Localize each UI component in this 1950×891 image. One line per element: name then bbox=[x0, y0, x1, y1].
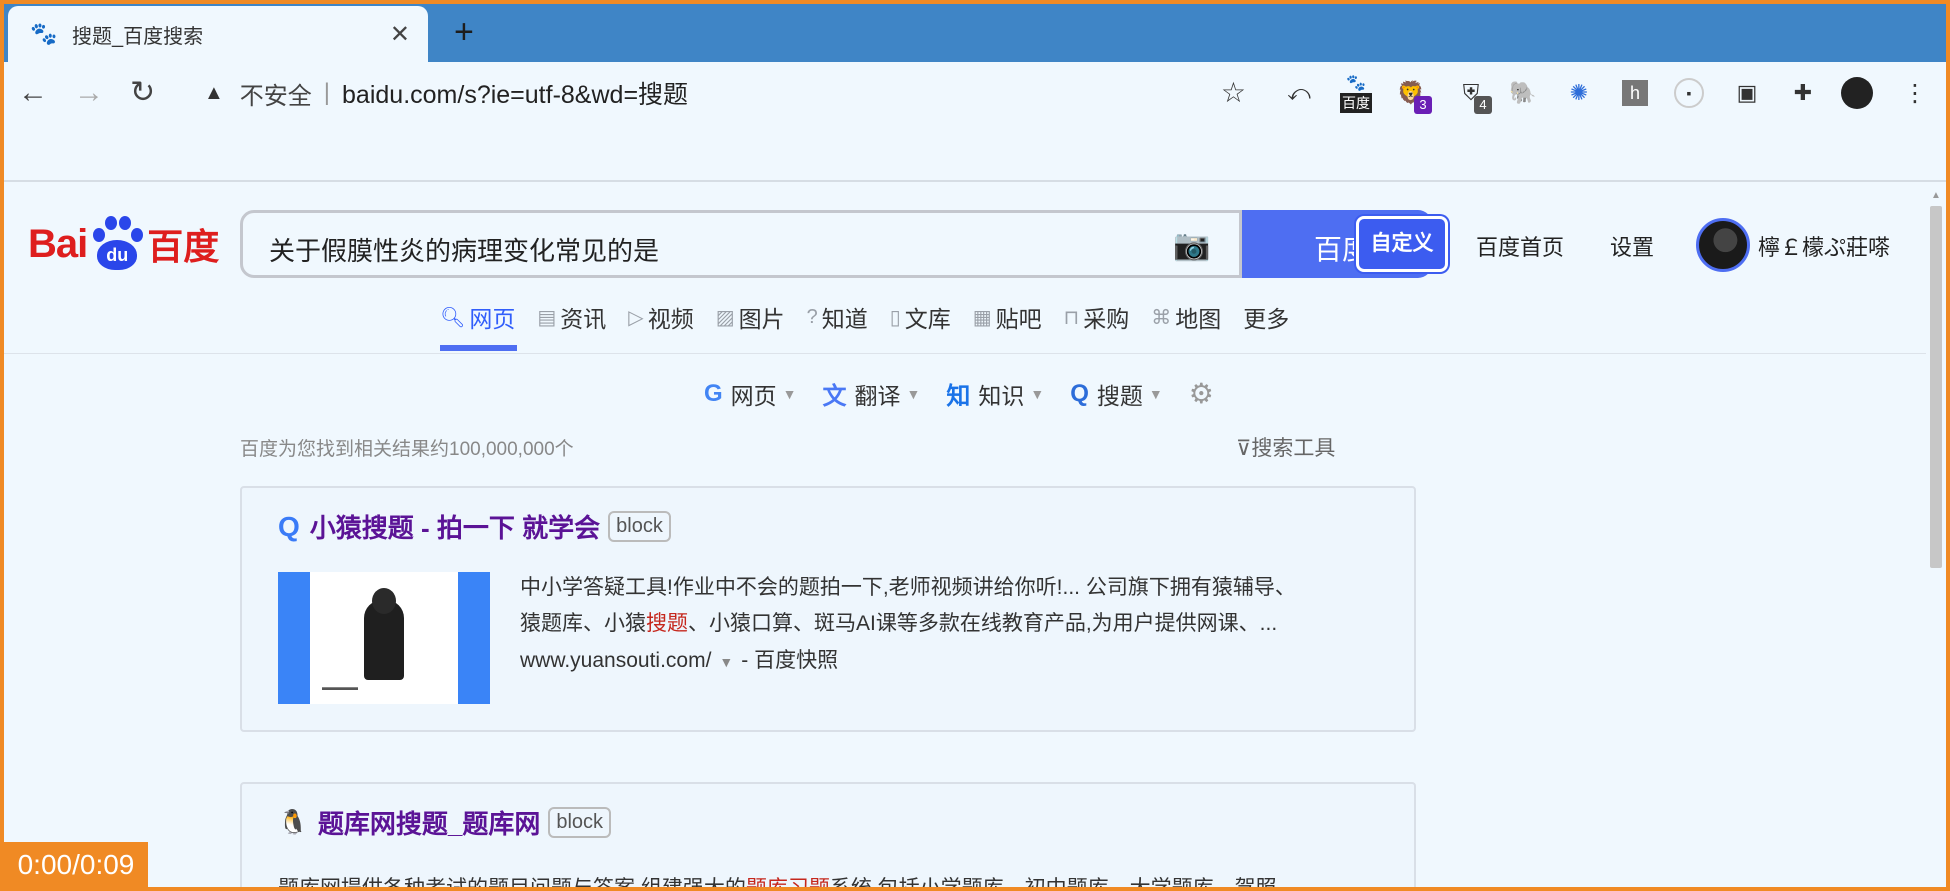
pinwheel-ext-icon[interactable]: ✺ bbox=[1562, 76, 1596, 110]
search-icon: 🔍︎ bbox=[440, 306, 466, 329]
scroll-thumb[interactable] bbox=[1930, 206, 1942, 568]
search-tools-button[interactable]: ⊽搜索工具 bbox=[1236, 432, 1335, 462]
yuansouti-icon: Q bbox=[278, 510, 300, 542]
logo-text-bai: Bai bbox=[28, 221, 88, 266]
screen-ext-icon[interactable]: ▣ bbox=[1730, 76, 1764, 110]
caret-down-icon: ▼ bbox=[1148, 385, 1163, 402]
tool-soti[interactable]: Q 搜题 ▼ bbox=[1070, 377, 1163, 411]
result-card: Q 小猿搜题 - 拍一下 就学会 block ▬▬▬▬ 中小学答疑工具!作业中不… bbox=[240, 486, 1416, 732]
reload-button[interactable]: ↻ bbox=[130, 76, 155, 110]
search-category-tabs: 🔍︎ 网页 ▤ 资讯 ▷ 视频 ▨ 图片 ? 知道 ▯ 文库 ▦ 贴吧 ⊓ 采购 ⌘ 地图 更多 bbox=[440, 300, 1311, 334]
warning-icon: ▲ bbox=[204, 81, 224, 104]
forward-button[interactable]: → bbox=[74, 76, 104, 110]
customize-button[interactable]: 自定义 bbox=[1356, 216, 1448, 272]
result-snippet: 中小学答疑工具!作业中不会的题拍一下,老师视频讲给你听!... 公司旗下拥有猿辅… bbox=[520, 576, 1296, 635]
baidu-home-link[interactable]: 百度首页 bbox=[1476, 230, 1564, 262]
zhihu-icon: 知 bbox=[946, 383, 971, 410]
scroll-up-icon[interactable]: ▲ bbox=[1931, 190, 1941, 201]
tab-map[interactable]: ⌘ 地图 bbox=[1151, 300, 1221, 334]
caret-down-icon: ▼ bbox=[782, 385, 797, 402]
basket-icon: ⊓ bbox=[1063, 306, 1080, 329]
insecure-label: 不安全 bbox=[239, 82, 312, 110]
back-button[interactable]: ← bbox=[18, 76, 48, 110]
profile-avatar-icon[interactable] bbox=[1840, 76, 1874, 110]
result-thumbnail[interactable]: ▬▬▬▬ bbox=[278, 572, 490, 704]
caret-down-icon: ▼ bbox=[906, 385, 921, 402]
question-icon: ? bbox=[806, 305, 818, 328]
menu-kebab-icon[interactable]: ⋮ bbox=[1898, 76, 1932, 110]
share-ext-icon[interactable]: ⤺ bbox=[1282, 76, 1316, 110]
baidu-ext-icon[interactable]: 🐾 百度 bbox=[1334, 75, 1378, 113]
soti-icon: Q bbox=[1070, 379, 1089, 407]
baidu-paw-icon: 🐾 bbox=[30, 21, 58, 46]
lion-ext-icon[interactable]: 🦁 3 bbox=[1394, 76, 1432, 114]
nav-divider bbox=[0, 353, 1950, 354]
tab-web[interactable]: 🔍︎ 网页 bbox=[440, 300, 515, 334]
result-url-line: www.yuansouti.com/ ▼ - 百度快照 bbox=[520, 644, 838, 674]
browser-toolbar: ← → ↻ ▲ 不安全 | baidu.com/s?ie=utf-8&wd=搜题… bbox=[0, 62, 1950, 124]
browser-tab[interactable]: 🐾 搜题_百度搜索 ✕ bbox=[8, 6, 428, 62]
translate-icon: 文 bbox=[822, 383, 847, 410]
shield-ext-icon[interactable]: ⛨ 4 bbox=[1454, 76, 1492, 114]
active-tab-underline bbox=[440, 345, 517, 351]
tool-web[interactable]: G 网页 ▼ bbox=[704, 377, 797, 411]
tab-more[interactable]: 更多 bbox=[1243, 300, 1289, 334]
baidu-paw-logo-icon: du bbox=[89, 216, 145, 272]
result-title-link[interactable]: 小猿搜题 - 拍一下 就学会 bbox=[310, 508, 600, 545]
tool-translate[interactable]: 文 翻译 ▼ bbox=[823, 376, 921, 411]
camera-icon[interactable]: 📷 bbox=[1173, 228, 1210, 263]
search-input-box[interactable]: 关于假膜性炎的病理变化常见的是 📷 bbox=[240, 210, 1242, 278]
snapshot-link[interactable]: - 百度快照 bbox=[741, 649, 838, 672]
url-caret-icon[interactable]: ▼ bbox=[719, 654, 733, 670]
logo-text-cn: 百度 bbox=[147, 226, 220, 267]
puzzle-extensions-icon[interactable]: ✚ bbox=[1786, 76, 1820, 110]
result-card: 🐧 题库网搜题_题库网 block 题库网提供各种考试的题目问题与答案,组建强大… bbox=[240, 782, 1416, 891]
doc-icon: ▯ bbox=[889, 306, 901, 329]
tab-strip: 🐾 搜题_百度搜索 ✕ + bbox=[0, 0, 1950, 62]
video-icon: ▷ bbox=[628, 306, 644, 329]
tab-caigou[interactable]: ⊓ 采购 bbox=[1064, 300, 1130, 334]
url-text[interactable]: baidu.com/s?ie=utf-8&wd=搜题 bbox=[342, 75, 688, 111]
video-timer: 0:00/0:09 bbox=[4, 842, 148, 887]
chat-ext-icon[interactable]: ▪ bbox=[1672, 76, 1706, 110]
result-title-link[interactable]: 题库网搜题_题库网 bbox=[318, 804, 540, 841]
address-bar[interactable]: ▲ 不安全 | baidu.com/s?ie=utf-8&wd=搜题 ☆ bbox=[186, 68, 1260, 118]
tab-close-icon[interactable]: ✕ bbox=[390, 20, 410, 49]
filter-icon: ⊽ bbox=[1236, 437, 1252, 460]
map-icon: ⌘ bbox=[1151, 306, 1172, 329]
news-icon: ▤ bbox=[537, 306, 557, 329]
result-snippet: 题库网提供各种考试的题目问题与答案,组建强大的题库习题系统,包括小学题库、初中题… bbox=[278, 877, 1277, 891]
tool-knowledge[interactable]: 知 知识 ▼ bbox=[946, 376, 1044, 411]
tieba-icon: ▦ bbox=[972, 306, 992, 329]
tab-zhidao[interactable]: ? 知道 bbox=[807, 300, 868, 334]
gear-icon[interactable]: ⚙ bbox=[1189, 377, 1214, 410]
tab-news[interactable]: ▤ 资讯 bbox=[537, 300, 606, 334]
result-url[interactable]: www.yuansouti.com/ bbox=[520, 649, 711, 672]
caret-down-icon: ▼ bbox=[1030, 385, 1045, 402]
page-scrollbar[interactable]: ▲ bbox=[1926, 182, 1946, 887]
baidu-logo[interactable]: Bai du 百度 bbox=[28, 216, 219, 272]
settings-link[interactable]: 设置 bbox=[1610, 230, 1654, 262]
url-separator: | bbox=[323, 79, 331, 106]
tab-title: 搜题_百度搜索 bbox=[72, 25, 204, 48]
tab-wenku[interactable]: ▯ 文库 bbox=[890, 300, 951, 334]
tab-video[interactable]: ▷ 视频 bbox=[628, 300, 693, 334]
result-count: 百度为您找到相关结果约100,000,000个 bbox=[240, 439, 574, 460]
google-icon: G bbox=[704, 379, 723, 407]
browser-content-divider bbox=[0, 180, 1950, 182]
block-button[interactable]: block bbox=[608, 511, 671, 542]
new-tab-button[interactable]: + bbox=[454, 12, 474, 52]
h-ext-icon[interactable]: h bbox=[1618, 76, 1652, 110]
evernote-ext-icon[interactable]: 🐘 bbox=[1506, 76, 1540, 110]
user-name[interactable]: 檸￡檬ぷ莊嗏 bbox=[1758, 230, 1890, 262]
user-avatar[interactable] bbox=[1696, 218, 1750, 272]
block-button[interactable]: block bbox=[548, 807, 612, 838]
image-icon: ▨ bbox=[715, 306, 735, 329]
tab-tieba[interactable]: ▦ 贴吧 bbox=[973, 300, 1042, 334]
bookmark-star-icon[interactable]: ☆ bbox=[1221, 76, 1246, 109]
extension-tool-row: G 网页 ▼ 文 翻译 ▼ 知 知识 ▼ Q 搜题 ▼ ⚙ bbox=[704, 376, 1214, 411]
tab-image[interactable]: ▨ 图片 bbox=[716, 300, 785, 334]
search-input[interactable]: 关于假膜性炎的病理变化常见的是 bbox=[269, 231, 659, 268]
penguin-icon: 🐧 bbox=[278, 809, 308, 836]
